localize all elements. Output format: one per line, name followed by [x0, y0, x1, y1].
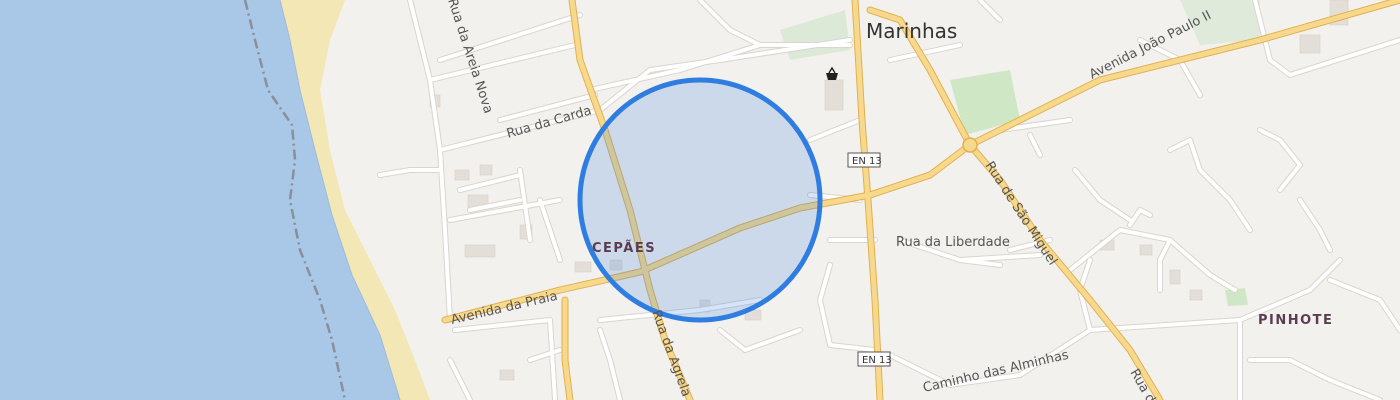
- road-shield-label: EN 13: [862, 355, 892, 366]
- road-shield-en13-north: EN 13: [847, 152, 882, 168]
- selection-circle[interactable]: [577, 77, 823, 323]
- street-label-rua-da-liberdade: Rua da Liberdade: [896, 235, 1010, 250]
- map-canvas[interactable]: Rua da Areia Nova Rua da Carda Avenida J…: [0, 0, 1400, 400]
- map-view[interactable]: Rua da Areia Nova Rua da Carda Avenida J…: [0, 0, 1400, 400]
- roundabout: [962, 137, 978, 153]
- road-shield-label: EN 13: [852, 156, 882, 167]
- road-shield-en13-south: EN 13: [857, 351, 892, 367]
- place-label-cepaes[interactable]: CEPÃES: [592, 240, 656, 256]
- place-label-marinhas[interactable]: Marinhas: [866, 19, 957, 43]
- place-label-pinhote[interactable]: PINHOTE: [1258, 313, 1333, 328]
